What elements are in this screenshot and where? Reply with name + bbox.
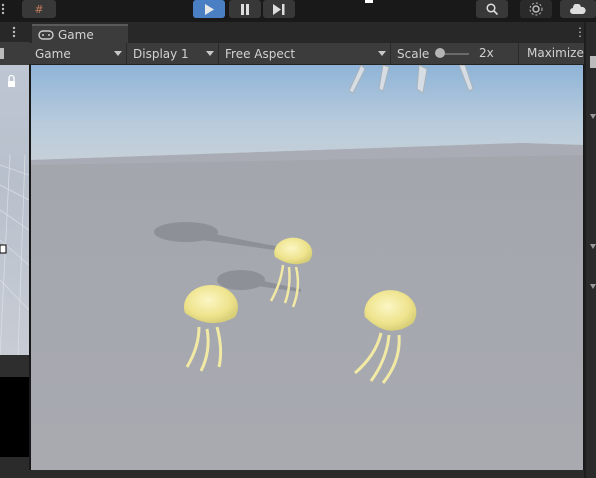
play-button[interactable] (193, 0, 225, 18)
scene-toolbar (0, 42, 29, 65)
pause-icon (241, 3, 249, 15)
panel-menu-icon[interactable] (0, 22, 29, 42)
visibility-icon[interactable] (0, 42, 29, 65)
chevron-down-icon (378, 51, 386, 56)
scene-panel (0, 22, 30, 478)
tab-game-label: Game (58, 27, 94, 42)
scene-tab-bar (0, 22, 29, 42)
maximize-on-play-button[interactable]: Maximize (521, 43, 584, 64)
pause-button[interactable] (229, 0, 261, 18)
grid-icon: # (34, 2, 44, 16)
lock-icon[interactable] (8, 74, 15, 87)
main-toolbar: # (0, 0, 596, 22)
tab-game[interactable]: Game (32, 24, 128, 43)
unity-editor: # Game ⋮ Game Display 1 Free Aspect Scal… (0, 0, 596, 478)
settings-button[interactable] (520, 0, 552, 18)
game-footer (29, 470, 584, 478)
chevron-down-icon[interactable] (590, 284, 596, 289)
game-tab-bar: Game ⋮ (29, 22, 586, 43)
scene-footer (0, 457, 29, 478)
ground-plane (31, 143, 583, 470)
step-icon (273, 3, 285, 15)
scale-slider-handle[interactable] (435, 48, 445, 58)
grid-snap-button[interactable]: # (22, 0, 56, 18)
search-icon (486, 3, 498, 15)
step-button[interactable] (263, 0, 295, 18)
aspect-label: Free Aspect (225, 46, 296, 61)
chevron-down-icon[interactable] (590, 244, 596, 249)
toolbar-indicator (365, 0, 373, 3)
display-label: Display 1 (133, 46, 189, 61)
tab-menu-icon[interactable]: ⋮ (574, 24, 586, 40)
console-area (0, 377, 29, 457)
scene-divider (0, 355, 29, 377)
chevron-down-icon (114, 51, 122, 56)
cloud-icon (570, 4, 586, 14)
chevron-down-icon (206, 51, 214, 56)
view-type-dropdown[interactable]: Game (29, 43, 127, 64)
gamepad-icon (38, 29, 54, 40)
panel-icon[interactable] (590, 56, 596, 68)
scene-viewport[interactable] (0, 65, 30, 356)
play-icon (205, 3, 214, 15)
aspect-dropdown[interactable]: Free Aspect (219, 43, 391, 64)
scale-control: Scale 2x (391, 43, 519, 64)
display-dropdown[interactable]: Display 1 (127, 43, 219, 64)
search-button[interactable] (476, 0, 508, 18)
scale-label: Scale (397, 46, 430, 61)
cloud-button[interactable] (560, 0, 596, 18)
settings-icon (529, 2, 543, 16)
game-view-toolbar: Game Display 1 Free Aspect Scale 2x Maxi… (29, 43, 584, 65)
view-type-label: Game (35, 46, 71, 61)
game-viewport[interactable] (31, 65, 583, 470)
panel-divider (584, 22, 586, 478)
toolbar-menu-icon[interactable] (0, 0, 6, 18)
chevron-down-icon[interactable] (590, 114, 596, 119)
scale-value: 2x (479, 46, 494, 60)
